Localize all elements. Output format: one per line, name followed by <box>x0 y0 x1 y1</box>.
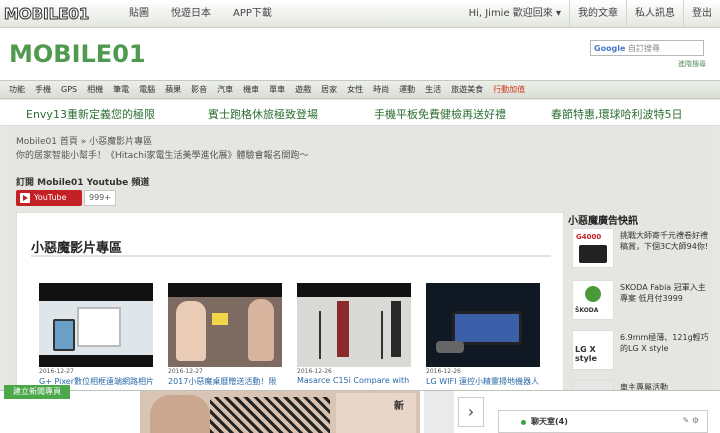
svg-text:MOBILE01: MOBILE01 <box>9 40 146 68</box>
svg-text:MOBILE01: MOBILE01 <box>4 5 89 23</box>
category-item[interactable]: 女性 <box>342 81 368 98</box>
nav-item-app[interactable]: APP下載 <box>222 0 283 28</box>
sidebar-ad[interactable]: ŠKODA SKODA Fabia 冠軍入主專案 低月付3999 <box>572 280 712 322</box>
promo-note[interactable]: 你的居家智能小幫手！《Hitachi家電生活美學進化展》體驗會報名開跑～ <box>16 148 308 161</box>
video-date: 2016-12-27 <box>168 368 203 375</box>
top-nav-right: Hi, Jimie 歡迎回來 ▾ 我的文章 私人訊息 登出 <box>461 0 720 28</box>
breadcrumb[interactable]: Mobile01 首頁 » 小惡魔影片專區 <box>16 134 152 147</box>
video-date: 2016-12-26 <box>426 368 461 375</box>
video-title[interactable]: Masarce C15i Compare with <box>297 376 411 385</box>
user-greeting[interactable]: Hi, Jimie 歡迎回來 ▾ <box>461 0 569 28</box>
sidebar-ad-text[interactable]: 挑戰大師寄千元禮卷好禮稿賞，下個3C大師94你! <box>620 230 710 252</box>
text-ad[interactable]: 春節特惠,環球哈利波特5日 <box>551 106 683 122</box>
category-item[interactable]: 單車 <box>264 81 290 98</box>
video-date: 2016-12-27 <box>39 368 74 375</box>
text-ad[interactable]: 手機平板免費健檢再送好禮 <box>374 106 506 122</box>
online-status-icon <box>521 420 526 425</box>
banner-gap <box>424 391 454 433</box>
nav-item-japan[interactable]: 悅遊日本 <box>160 0 222 28</box>
search-placeholder: 自訂搜尋 <box>628 44 660 53</box>
video-thumbnail[interactable] <box>39 283 153 367</box>
video-title[interactable]: LG WIFI 遠控小精靈掃地機器人 <box>426 376 540 387</box>
video-card[interactable]: 2016-12-27 2017小惡魔桌曆贈送活動！限 <box>168 283 282 387</box>
youtube-subscribe-button[interactable]: YouTube <box>16 190 82 206</box>
create-news-page-button[interactable]: 建立新聞專頁 <box>4 385 70 399</box>
category-item[interactable]: 旅遊美食 <box>446 81 488 98</box>
category-item[interactable]: 筆電 <box>108 81 134 98</box>
youtube-button-label: YouTube <box>34 193 67 202</box>
category-item[interactable]: 手機 <box>30 81 56 98</box>
category-item[interactable]: 遊戲 <box>290 81 316 98</box>
category-item[interactable]: 電腦 <box>134 81 160 98</box>
content-area: Mobile01 首頁 » 小惡魔影片專區 你的居家智能小幫手！《Hitachi… <box>8 126 712 433</box>
text-ads-row: Envy13重新定義您的極限 賓士跑格休旅極致登場 手機平板免費健檢再送好禮 春… <box>0 100 720 126</box>
google-brand: Google <box>594 44 626 53</box>
video-card[interactable]: 2016-12-26 Masarce C15i Compare with <box>297 283 411 385</box>
chat-room-bar[interactable]: 聊天室(4) ✎ ⚙ <box>498 410 708 433</box>
sidebar-ad-thumbnail[interactable]: LG X style <box>572 330 614 370</box>
category-item[interactable]: 時尚 <box>368 81 394 98</box>
mobile01-logo[interactable]: MOBILE01 <box>7 36 167 70</box>
advanced-search-link[interactable]: 進階搜尋 <box>678 59 706 69</box>
banner-next-button[interactable]: › <box>458 397 484 427</box>
video-date: 2016-12-26 <box>297 368 332 375</box>
category-item[interactable]: 影音 <box>186 81 212 98</box>
category-bar: 功能 手機 GPS 相機 筆電 電腦 蘋果 影音 汽車 機車 單車 遊戲 居家 … <box>0 80 720 99</box>
category-item[interactable]: 汽車 <box>212 81 238 98</box>
top-bar: MOBILE01 貼圖 悅遊日本 APP下載 Hi, Jimie 歡迎回來 ▾ … <box>0 0 720 28</box>
video-thumbnail[interactable] <box>297 283 411 367</box>
nav-my-posts[interactable]: 我的文章 <box>569 0 626 28</box>
video-thumbnail[interactable] <box>426 283 540 367</box>
top-nav-left: 貼圖 悅遊日本 APP下載 <box>118 0 283 28</box>
category-item[interactable]: 蘋果 <box>160 81 186 98</box>
sidebar-ad-text[interactable]: SKODA Fabia 冠軍入主專案 低月付3999 <box>620 282 710 304</box>
sidebar-ad[interactable]: LG X style 6.9mm極薄、121g輕巧的LG X style <box>572 330 712 372</box>
nav-logout[interactable]: 登出 <box>683 0 720 28</box>
subscribe-label: 訂閱 Mobile01 Youtube 頻道 <box>16 178 150 188</box>
google-search-input[interactable]: Google 自訂搜尋 <box>590 40 704 56</box>
text-ad[interactable]: 賓士跑格休旅極致登場 <box>208 106 318 122</box>
sidebar-ad[interactable]: G4000 挑戰大師寄千元禮卷好禮稿賞，下個3C大師94你! <box>572 228 712 270</box>
category-item-highlight[interactable]: 行動加值 <box>488 81 530 98</box>
text-ad[interactable]: Envy13重新定義您的極限 <box>26 106 155 122</box>
youtube-icon <box>20 193 30 203</box>
panel-title: 小惡魔影片專區 <box>31 241 123 256</box>
nav-private-messages[interactable]: 私人訊息 <box>626 0 683 28</box>
category-item[interactable]: GPS <box>56 81 82 98</box>
nav-item-stickers[interactable]: 貼圖 <box>118 0 160 28</box>
header: MOBILE01 Google 自訂搜尋 進階搜尋 <box>0 28 720 80</box>
chat-settings-icon[interactable]: ✎ ⚙ <box>683 416 699 425</box>
bottom-banner-ad[interactable]: 新 <box>140 391 420 433</box>
sidebar-ad-text[interactable]: 6.9mm極薄、121g輕巧的LG X style <box>620 332 710 354</box>
video-card[interactable]: 2016-12-27 G+ Pixer數位相框遠端網路相片 <box>39 283 153 387</box>
sidebar-title: 小惡魔廣告快訊 <box>568 216 638 227</box>
video-title[interactable]: 2017小惡魔桌曆贈送活動！限 <box>168 376 282 387</box>
subscriber-count: 999+ <box>84 190 116 206</box>
sidebar-ad-thumbnail[interactable]: ŠKODA <box>572 280 614 320</box>
video-thumbnail[interactable] <box>168 283 282 367</box>
panel-divider <box>31 255 551 257</box>
category-item[interactable]: 運動 <box>394 81 420 98</box>
category-item[interactable]: 生活 <box>420 81 446 98</box>
video-card[interactable]: 2016-12-26 LG WIFI 遠控小精靈掃地機器人 <box>426 283 540 387</box>
category-item[interactable]: 居家 <box>316 81 342 98</box>
category-item[interactable]: 機車 <box>238 81 264 98</box>
chat-room-label[interactable]: 聊天室(4) <box>531 416 568 427</box>
category-item[interactable]: 功能 <box>4 81 30 98</box>
sidebar-ad-thumbnail[interactable]: G4000 <box>572 228 614 268</box>
mobile01-logo-small[interactable]: MOBILE01 <box>2 1 126 25</box>
category-item[interactable]: 相機 <box>82 81 108 98</box>
